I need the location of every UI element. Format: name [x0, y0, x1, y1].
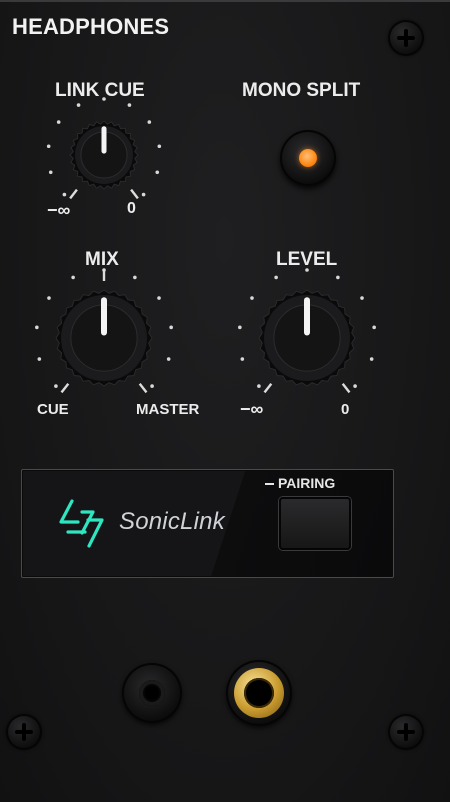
screw-icon [397, 29, 415, 47]
screw-bottom-right [388, 714, 424, 750]
end-tick [263, 382, 273, 394]
end-tick [60, 382, 70, 394]
scale-dot [369, 357, 374, 361]
scale-dot [353, 384, 357, 388]
headphones-panel: HEADPHONES LINK CUE −∞ 0 MONO SPLIT MIX … [0, 0, 450, 802]
mix-min-label: CUE [37, 401, 69, 418]
panel-title: HEADPHONES [12, 14, 170, 39]
link-cue-label: LINK CUE [55, 80, 145, 101]
knob-grip [69, 120, 139, 190]
pairing-dash [265, 483, 274, 486]
level-label: LEVEL [276, 249, 338, 270]
knob-body [75, 126, 133, 184]
scale-dot [360, 296, 364, 300]
knob-grip [55, 289, 153, 387]
scale-dot [35, 325, 39, 330]
scale-dot [127, 103, 132, 107]
end-tick [130, 188, 139, 200]
scale-dot [62, 192, 67, 197]
link-cue-min-label: −∞ [47, 200, 71, 220]
scale-dot [46, 144, 51, 149]
link-cue-max-label: 0 [127, 200, 136, 217]
scale-dot [250, 296, 254, 300]
jack-hole [139, 680, 165, 706]
scale-dot [48, 170, 53, 175]
mix-max-label: MASTER [136, 401, 200, 418]
scale-dot [336, 275, 340, 280]
end-tick [138, 382, 148, 394]
screw-icon [397, 723, 415, 741]
knob-cap [273, 304, 341, 372]
scale-dot [133, 275, 137, 280]
mono-split-led [299, 149, 317, 167]
soniclink-brand: SonicLink [119, 508, 225, 535]
knob-body [61, 295, 147, 381]
scale-dot [147, 120, 152, 124]
scale-dot [238, 325, 242, 330]
scale-dot [157, 296, 161, 300]
jack-hole [244, 678, 274, 708]
screw-icon [15, 723, 33, 741]
level-max-label: 0 [341, 401, 350, 418]
scale-dot [157, 144, 162, 149]
knob-body [264, 295, 350, 381]
knob-cap [70, 304, 138, 372]
level-min-label: −∞ [240, 399, 264, 419]
scale-dot [155, 170, 160, 175]
jack-brass-ring [234, 668, 284, 718]
scale-dot [169, 325, 173, 330]
end-tick [69, 188, 78, 200]
knob-grip [258, 289, 356, 387]
scale-dot [141, 192, 146, 197]
screw-bottom-left [6, 714, 42, 750]
screw-top-right [388, 20, 424, 56]
scale-dot [240, 357, 245, 361]
end-tick [341, 382, 351, 394]
pairing-button[interactable] [279, 497, 351, 550]
soniclink-module: SonicLink PAIRING [21, 469, 394, 578]
pairing-label-text: PAIRING [278, 475, 336, 491]
mono-split-label: MONO SPLIT [242, 80, 361, 101]
mix-label: MIX [85, 249, 119, 270]
headphone-jack-mini[interactable] [122, 663, 182, 723]
scale-dot [372, 325, 376, 330]
pairing-label: PAIRING [265, 475, 335, 491]
scale-dot [54, 384, 58, 388]
mono-split-button[interactable] [280, 130, 336, 186]
scale-dot [166, 357, 171, 361]
soniclink-logo-icon [59, 499, 104, 548]
scale-dot [274, 275, 278, 280]
scale-dot [37, 357, 42, 361]
scale-dot [257, 384, 261, 388]
scale-dot [56, 120, 61, 124]
scale-dot [76, 103, 81, 107]
headphone-jack-quarter-inch[interactable] [226, 660, 292, 726]
scale-dot [71, 275, 75, 280]
scale-dot [47, 296, 51, 300]
knob-cap [80, 131, 128, 179]
scale-dot [150, 384, 154, 388]
